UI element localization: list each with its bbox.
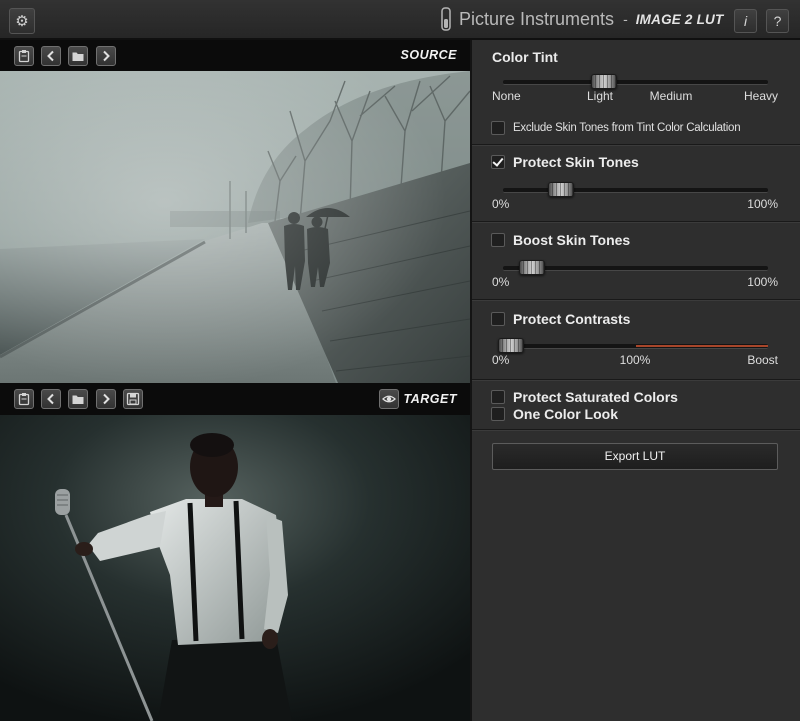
chevron-left-icon [47, 393, 54, 405]
info-button[interactable]: i [734, 9, 757, 33]
title-bar: Picture Instruments - IMAGE 2 LUT i ? [0, 0, 800, 40]
protect-contrasts-checkbox[interactable] [491, 312, 505, 326]
protect-skin-tones-slider[interactable] [503, 182, 768, 197]
trousers [158, 637, 292, 721]
source-clipboard-button[interactable] [14, 46, 34, 66]
boost-skin-tones-slider[interactable] [503, 260, 768, 275]
protect-skin-tones-checkbox[interactable] [491, 155, 505, 169]
target-next-button[interactable] [96, 389, 116, 409]
boost-range-indicator [635, 345, 768, 347]
microphone-head [55, 489, 70, 515]
color-tint-slider-handle[interactable] [590, 74, 617, 89]
protect-contrasts-label[interactable]: Protect Contrasts [513, 311, 630, 327]
scale-label-none: None [492, 89, 521, 103]
scale-label-medium: Medium [649, 89, 693, 103]
source-toolbar: SOURCE [0, 40, 470, 71]
chevron-right-stroke [103, 50, 110, 62]
section-divider [472, 379, 800, 381]
scale-label-min: 0% [492, 353, 510, 367]
folder-shape [72, 52, 84, 61]
scale-label-boost: Boost [747, 353, 778, 367]
folder-icon [72, 52, 84, 61]
exclude-skin-tones-label[interactable]: Exclude Skin Tones from Tint Color Calcu… [513, 120, 741, 136]
section-divider [472, 221, 800, 223]
chevron-left-icon [47, 50, 54, 62]
color-tint-heading: Color Tint [492, 49, 558, 65]
eye-icon [382, 395, 396, 403]
gear-icon [15, 13, 28, 30]
chevron-left-stroke [47, 393, 54, 405]
right-hand [262, 629, 278, 649]
protect-skin-tones-label[interactable]: Protect Skin Tones [513, 154, 639, 170]
protect-skin-tones-scale: 0% 100% [472, 197, 800, 211]
protect-contrasts-scale: 0% 100% Boost [472, 353, 800, 367]
target-clipboard-button[interactable] [14, 389, 34, 409]
scale-label-max: 100% [747, 197, 778, 211]
settings-button[interactable] [9, 8, 35, 34]
section-divider [472, 299, 800, 301]
help-button[interactable]: ? [766, 9, 789, 33]
section-divider [472, 429, 800, 431]
logo-fill [444, 19, 448, 28]
scale-label-heavy: Heavy [743, 89, 778, 103]
source-previous-button[interactable] [41, 46, 61, 66]
protect-skin-tones-slider-handle[interactable] [548, 182, 575, 197]
target-toolbar: TARGET [0, 383, 470, 415]
settings-panel: Color Tint None Light Medium Heavy Exclu… [472, 40, 800, 721]
target-save-button[interactable] [123, 389, 143, 409]
source-photo[interactable] [0, 71, 470, 383]
boost-skin-tones-slider-handle[interactable] [519, 260, 546, 275]
eye-pupil [386, 396, 392, 402]
hair [190, 433, 234, 457]
title-separator: - [623, 11, 628, 27]
scale-label-max: 100% [747, 275, 778, 289]
scale-label-light: Light [586, 89, 614, 103]
section-divider [472, 144, 800, 146]
target-previous-button[interactable] [41, 389, 61, 409]
preview-toggle-button[interactable] [379, 389, 399, 409]
target-open-folder-button[interactable] [68, 389, 88, 409]
folder-icon [72, 395, 84, 404]
scale-label-min: 0% [492, 197, 510, 211]
clipboard-clip [22, 393, 26, 396]
source-open-folder-button[interactable] [68, 46, 88, 66]
floppy-label [129, 399, 137, 405]
clipboard-icon [18, 50, 30, 63]
color-tint-slider[interactable] [503, 74, 768, 89]
source-label: SOURCE [400, 48, 457, 62]
boost-skin-tones-label[interactable]: Boost Skin Tones [513, 232, 630, 248]
boost-skin-tones-checkbox[interactable] [491, 233, 505, 247]
one-color-look-checkbox[interactable] [491, 407, 505, 421]
floppy-disk-icon [126, 392, 140, 406]
left-hand [75, 542, 93, 556]
chevron-right-icon [103, 393, 110, 405]
exclude-skin-tones-checkbox[interactable] [491, 121, 505, 135]
target-photo[interactable] [0, 415, 470, 721]
protect-saturated-colors-checkbox[interactable] [491, 390, 505, 404]
target-label: TARGET [403, 392, 457, 406]
export-lut-button[interactable]: Export LUT [492, 443, 778, 470]
fog-overlay [0, 71, 470, 383]
scale-label-mid: 100% [619, 353, 651, 367]
floppy-shutter [130, 394, 136, 398]
boost-skin-tones-scale: 0% 100% [472, 275, 800, 289]
protect-saturated-colors-label[interactable]: Protect Saturated Colors [513, 389, 678, 405]
folder-shape [72, 395, 84, 404]
chevron-right-stroke [103, 393, 110, 405]
protect-contrasts-slider-handle[interactable] [497, 338, 524, 353]
source-next-button[interactable] [96, 46, 116, 66]
color-tint-scale: None Light Medium Heavy [472, 89, 800, 103]
app-title: Picture Instruments - IMAGE 2 LUT [439, 0, 723, 38]
brand-name: Picture Instruments [459, 8, 615, 29]
chevron-right-icon [103, 50, 110, 62]
clipboard-clip [22, 50, 26, 53]
chevron-left-stroke [47, 50, 54, 62]
protect-contrasts-slider[interactable] [497, 338, 768, 353]
clipboard-icon [18, 393, 30, 406]
test-tube-logo-icon [441, 7, 451, 31]
product-name: IMAGE 2 LUT [635, 11, 724, 27]
scale-label-min: 0% [492, 275, 510, 289]
one-color-look-label[interactable]: One Color Look [513, 406, 618, 422]
